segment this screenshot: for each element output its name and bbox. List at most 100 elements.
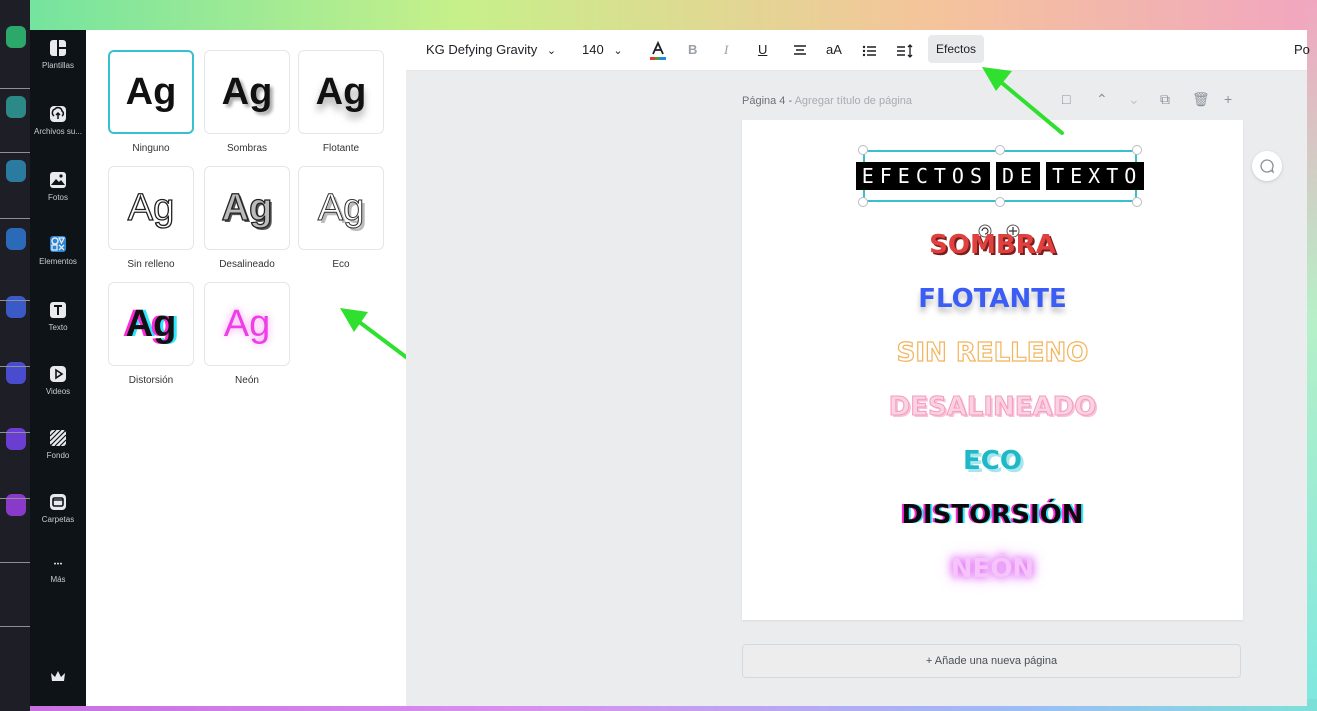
rail-item-folders[interactable]: Carpetas	[30, 492, 86, 524]
duplicate-icon[interactable]: ⧉	[1160, 91, 1170, 108]
video-icon	[50, 366, 66, 382]
effect-text-desalineado[interactable]: DESALINEADO	[742, 394, 1243, 421]
effect-sample: Ag	[221, 71, 273, 113]
effect-text-distorsion[interactable]: DISTORSIÓN	[742, 502, 1243, 528]
align-button[interactable]	[792, 30, 808, 70]
resize-handle[interactable]	[1132, 145, 1142, 155]
rail-item-templates[interactable]: Plantillas	[30, 38, 86, 70]
effect-card-eco[interactable]: Ag	[298, 166, 384, 250]
title-word: DE	[996, 162, 1041, 190]
effect-text-neon[interactable]: NEÓN	[742, 556, 1243, 582]
design-page[interactable]: EFECTOS DE TEXTO SOMBRA FLOTANTE SIN REL…	[742, 120, 1243, 620]
background-app-strip	[0, 0, 30, 711]
text-toolbar: KG Defying Gravity ⌄ 140 ⌄ B I U aA Efec…	[406, 30, 1310, 71]
page-header: Página 4 - Agregar título de página	[742, 95, 912, 107]
comment-icon	[1260, 159, 1275, 174]
rail-label: Texto	[48, 323, 68, 332]
chevron-down-icon[interactable]: ⌄	[1128, 91, 1140, 108]
effect-sample: Ag	[127, 187, 175, 229]
effect-label: Ninguno	[132, 143, 170, 154]
rail-label: Fotos	[47, 193, 68, 202]
templates-icon	[50, 40, 66, 56]
italic-button[interactable]: I	[724, 30, 728, 70]
bg-divider	[0, 498, 30, 499]
resize-handle[interactable]	[1132, 197, 1142, 207]
decorative-frame-right	[1307, 0, 1317, 711]
effect-text-sin-relleno[interactable]: SIN RELLENO	[742, 339, 1243, 366]
effects-panel: Ag Ninguno Ag Sombras Ag Flotante Ag Sin…	[86, 30, 428, 706]
bg-divider	[0, 152, 30, 153]
effects-button[interactable]: Efectos	[928, 35, 985, 63]
resize-handle[interactable]	[858, 145, 868, 155]
chevron-down-icon: ⌄	[546, 45, 557, 57]
text-color-icon	[650, 40, 666, 60]
rail-label: Carpetas	[41, 515, 75, 524]
text-icon	[50, 302, 66, 318]
font-size-select[interactable]: 140 ⌄	[582, 30, 623, 70]
trash-icon[interactable]: 🗑	[1192, 91, 1210, 108]
rail-item-uploads[interactable]: Archivos su...	[30, 104, 86, 136]
selected-text-box[interactable]: EFECTOS DE TEXTO	[855, 150, 1145, 202]
underline-button[interactable]: U	[758, 30, 767, 70]
resize-handle[interactable]	[995, 197, 1005, 207]
rail-item-text[interactable]: Texto	[30, 300, 86, 332]
elements-icon	[50, 236, 66, 252]
rail-item-more[interactable]: Más	[30, 560, 86, 584]
chevron-down-icon: ⌄	[613, 45, 623, 57]
rail-item-photos[interactable]: Fotos	[30, 170, 86, 202]
rail-label: Elementos	[39, 257, 77, 266]
effect-label: Eco	[332, 259, 350, 270]
spacing-icon	[897, 43, 913, 58]
effect-card-sombras[interactable]: Ag	[204, 50, 290, 134]
add-page-icon[interactable]: +	[1224, 91, 1232, 107]
more-icon	[54, 562, 62, 565]
folder-icon	[50, 494, 66, 510]
effect-label: Distorsión	[128, 375, 174, 386]
add-new-page-button[interactable]: + Añade una nueva página	[742, 644, 1241, 678]
rail-item-premium[interactable]	[30, 666, 86, 686]
effect-label: Flotante	[322, 143, 360, 154]
bg-app-icon	[6, 228, 26, 250]
spacing-button[interactable]	[896, 30, 914, 70]
page-title-input[interactable]: Agregar título de página	[795, 95, 912, 107]
resize-handle[interactable]	[995, 145, 1005, 155]
position-button[interactable]: Po	[1294, 30, 1310, 70]
bold-button[interactable]: B	[688, 30, 697, 70]
list-button[interactable]	[862, 30, 878, 70]
page-label: Página 4 -	[742, 95, 795, 107]
effect-text-flotante[interactable]: FLOTANTE	[742, 286, 1243, 312]
bg-divider	[0, 218, 30, 219]
effect-text-eco[interactable]: ECO	[742, 448, 1243, 474]
effect-text-sombra[interactable]: SOMBRA	[742, 232, 1243, 258]
resize-handle[interactable]	[858, 197, 868, 207]
text-color-button[interactable]	[648, 30, 668, 70]
comment-button[interactable]	[1252, 151, 1282, 181]
effect-label: Desalineado	[219, 259, 275, 270]
align-center-icon	[794, 44, 806, 55]
crown-icon	[51, 671, 65, 681]
bg-app-icon	[6, 160, 26, 182]
effect-label: Sin relleno	[127, 259, 175, 270]
rail-item-elements[interactable]: Elementos	[30, 234, 86, 266]
rail-item-background[interactable]: Fondo	[30, 428, 86, 460]
effect-card-desalineado[interactable]: Ag	[204, 166, 290, 250]
effect-card-flotante[interactable]: Ag	[298, 50, 384, 134]
bg-app-icon	[6, 96, 26, 118]
case-button[interactable]: aA	[826, 30, 842, 70]
effect-card-distorsion[interactable]: Ag	[108, 282, 194, 366]
font-family-select[interactable]: KG Defying Gravity ⌄	[426, 30, 556, 70]
effect-sample: Ag	[125, 71, 177, 113]
annotation-arrow-icon	[982, 67, 1064, 135]
font-size-value: 140	[582, 42, 604, 57]
rail-label: Plantillas	[41, 61, 74, 70]
chevron-up-icon[interactable]: ⌃	[1096, 91, 1108, 108]
font-family-value: KG Defying Gravity	[426, 42, 538, 57]
effect-card-neon[interactable]: Ag	[204, 282, 290, 366]
effect-sample: Ag	[223, 303, 271, 345]
effect-card-ninguno[interactable]: Ag	[108, 50, 194, 134]
side-rail: Plantillas Archivos su... Fotos Elemento…	[30, 30, 86, 706]
rail-item-videos[interactable]: Videos	[30, 364, 86, 396]
effect-card-sin-relleno[interactable]: Ag	[108, 166, 194, 250]
effect-sample: Ag	[125, 303, 177, 345]
rail-label: Archivos su...	[33, 127, 82, 136]
